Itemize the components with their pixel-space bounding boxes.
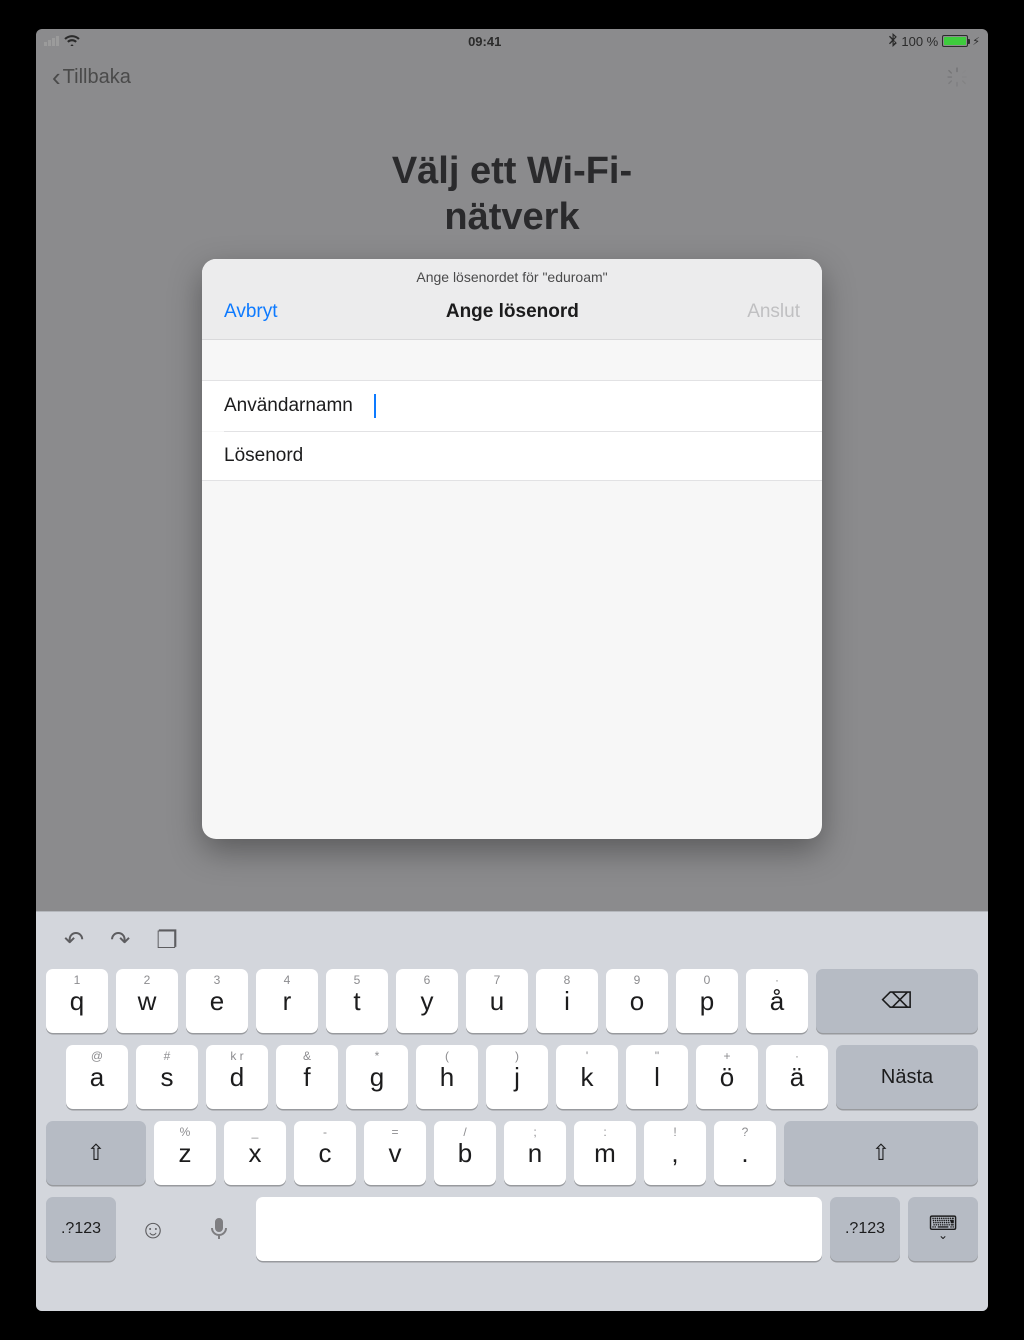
cellular-signal-icon [44, 36, 59, 46]
key-dictation[interactable] [190, 1197, 248, 1261]
connect-button[interactable]: Anslut [747, 301, 800, 323]
modal-prompt: Ange lösenordet för "eduroam" [202, 259, 822, 291]
on-screen-keyboard: ↶ ↷ ❐ 1q2w3e4r5t6y7u8i9o0p·å⌫ @a#sk rd&f… [36, 911, 988, 1311]
battery-percent: 100 % [901, 34, 938, 49]
key-s[interactable]: #s [136, 1045, 198, 1109]
username-input[interactable] [376, 395, 800, 417]
key-l[interactable]: "l [626, 1045, 688, 1109]
key-.[interactable]: ?. [714, 1121, 776, 1185]
key-t[interactable]: 5t [326, 969, 388, 1033]
key-n[interactable]: ;n [504, 1121, 566, 1185]
key-f[interactable]: &f [276, 1045, 338, 1109]
redo-icon[interactable]: ↷ [110, 926, 130, 955]
password-modal: Ange lösenordet för "eduroam" Avbryt Ang… [202, 259, 822, 839]
key-backspace[interactable]: ⌫ [816, 969, 978, 1033]
key-m[interactable]: :m [574, 1121, 636, 1185]
key-shift-left[interactable]: ⇧ [46, 1121, 146, 1185]
key-w[interactable]: 2w [116, 969, 178, 1033]
key-v[interactable]: =v [364, 1121, 426, 1185]
key-u[interactable]: 7u [466, 969, 528, 1033]
key-h[interactable]: (h [416, 1045, 478, 1109]
password-input[interactable] [374, 445, 800, 467]
cancel-button[interactable]: Avbryt [224, 301, 278, 323]
key-å[interactable]: ·å [746, 969, 808, 1033]
key-b[interactable]: /b [434, 1121, 496, 1185]
key-y[interactable]: 6y [396, 969, 458, 1033]
username-label: Användarnamn [224, 395, 374, 417]
status-bar: 09:41 100 % ⚡︎ [36, 29, 988, 53]
password-label: Lösenord [224, 445, 374, 467]
key-shift-right[interactable]: ⇧ [784, 1121, 978, 1185]
keyboard-toolbar: ↶ ↷ ❐ [46, 920, 978, 969]
key-c[interactable]: -c [294, 1121, 356, 1185]
wifi-icon [64, 33, 80, 49]
modal-title: Ange lösenord [446, 301, 579, 323]
key-space[interactable] [256, 1197, 822, 1261]
key-ö[interactable]: +ö [696, 1045, 758, 1109]
page-title: Välj ett Wi-Fi- nätverk [36, 149, 988, 240]
key-e[interactable]: 3e [186, 969, 248, 1033]
back-button[interactable]: ‹ Tillbaka [52, 62, 131, 93]
chevron-left-icon: ‹ [52, 62, 61, 93]
key-ä[interactable]: ·ä [766, 1045, 828, 1109]
key-a[interactable]: @a [66, 1045, 128, 1109]
key-p[interactable]: 0p [676, 969, 738, 1033]
password-row[interactable]: Lösenord [202, 432, 822, 481]
key-emoji[interactable]: ☺ [124, 1197, 182, 1261]
key-numbers-right[interactable]: .?123 [830, 1197, 900, 1261]
username-row[interactable]: Användarnamn [202, 380, 822, 431]
key-i[interactable]: 8i [536, 969, 598, 1033]
key-next[interactable]: Nästa [836, 1045, 978, 1109]
key-hide-keyboard[interactable]: ⌨︎⌄ [908, 1197, 978, 1261]
key-,[interactable]: !, [644, 1121, 706, 1185]
battery-icon [942, 35, 968, 47]
device-screen: 09:41 100 % ⚡︎ ‹ Tillbaka Välj ett Wi-Fi… [36, 29, 988, 1311]
key-r[interactable]: 4r [256, 969, 318, 1033]
key-j[interactable]: )j [486, 1045, 548, 1109]
key-g[interactable]: *g [346, 1045, 408, 1109]
undo-icon[interactable]: ↶ [64, 926, 84, 955]
status-time: 09:41 [468, 34, 501, 49]
loading-spinner-icon [946, 66, 968, 88]
back-label: Tillbaka [63, 66, 131, 89]
key-q[interactable]: 1q [46, 969, 108, 1033]
charging-icon: ⚡︎ [972, 35, 980, 48]
key-numbers-left[interactable]: .?123 [46, 1197, 116, 1261]
key-o[interactable]: 9o [606, 969, 668, 1033]
bluetooth-icon [889, 33, 897, 50]
key-x[interactable]: _x [224, 1121, 286, 1185]
key-d[interactable]: k rd [206, 1045, 268, 1109]
key-k[interactable]: 'k [556, 1045, 618, 1109]
nav-bar: ‹ Tillbaka [36, 55, 988, 99]
clipboard-icon[interactable]: ❐ [156, 926, 178, 955]
modal-header: Avbryt Ange lösenord Anslut [202, 291, 822, 340]
key-z[interactable]: %z [154, 1121, 216, 1185]
